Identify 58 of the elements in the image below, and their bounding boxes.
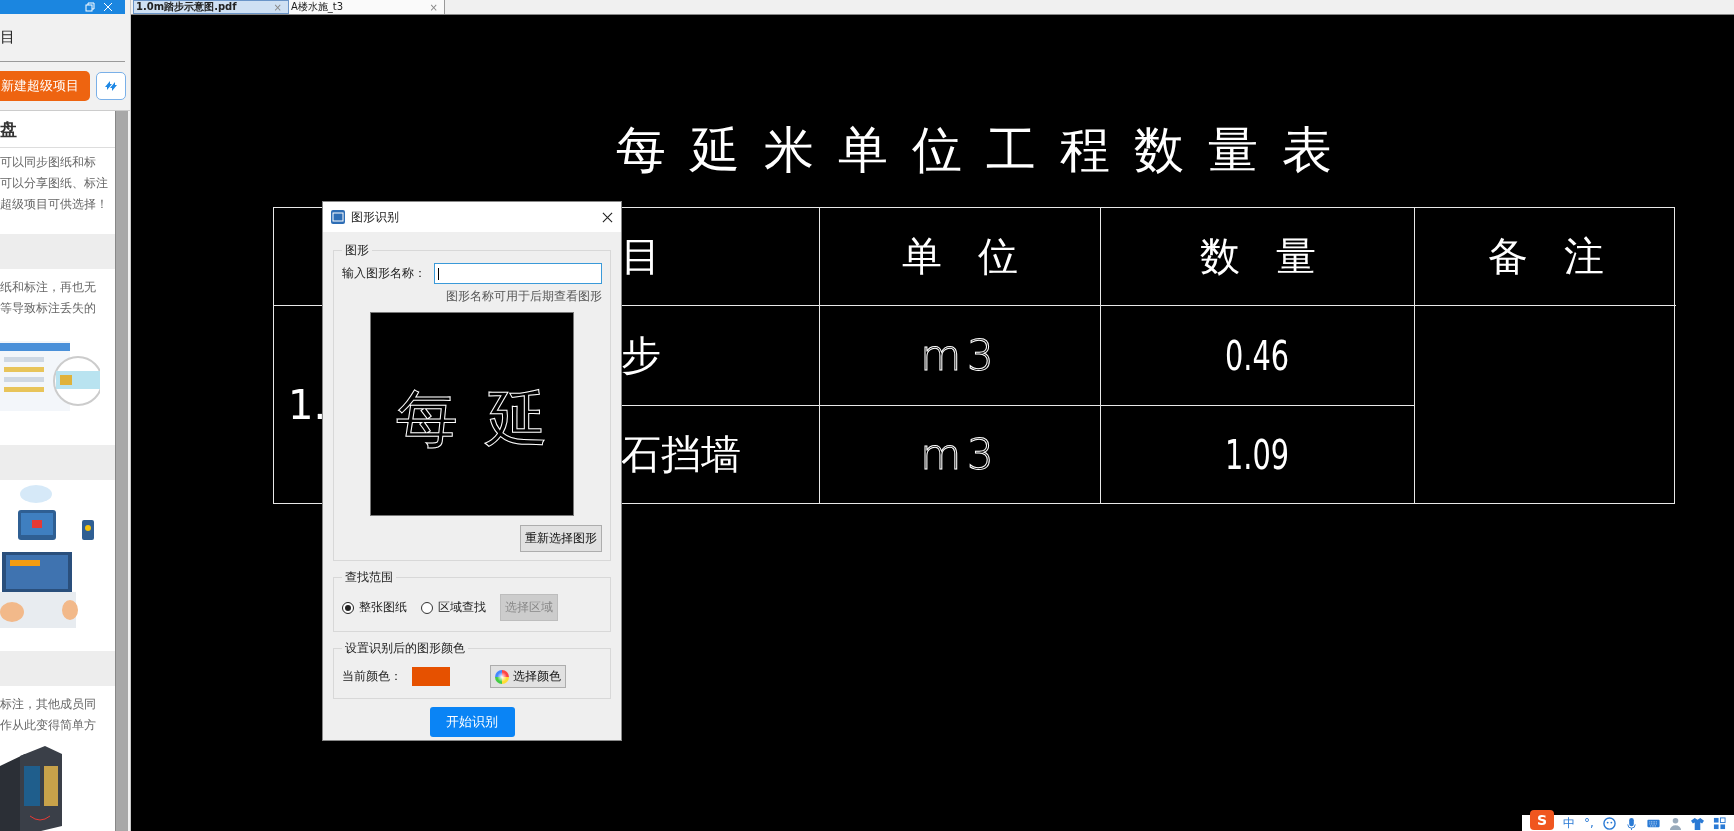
header-cell-text: 单位 (902, 232, 1054, 281)
radio-icon[interactable] (342, 601, 354, 614)
radio-option[interactable]: 整张图纸 (342, 599, 407, 616)
description-line: 作从此变得简单方 (0, 717, 97, 734)
table-cell: 1. (288, 381, 327, 428)
drawing-title: 每延米单位工程数量表 (615, 120, 1356, 181)
restore-icon[interactable] (85, 2, 95, 12)
tab-label: 1.0m踏步示意图.pdf (136, 1, 237, 13)
ime-mode[interactable]: 中 (1563, 816, 1575, 830)
start-button[interactable]: 开始识别 (429, 707, 515, 737)
radio-icon[interactable] (421, 601, 433, 614)
ime-logo[interactable]: S (1530, 810, 1554, 830)
table-cell: 1.09 (1225, 431, 1290, 478)
app-icon (331, 210, 345, 224)
dialog-title: 图形识别 (351, 208, 400, 226)
preview-glyph: 每 (396, 388, 458, 450)
field-label: 输入图形名称： (342, 265, 426, 282)
radio-option[interactable]: 区域查找 (421, 599, 486, 616)
group-legend: 查找范围 (342, 569, 396, 586)
tab-label: A楼水施_t3 (291, 0, 344, 14)
reselect-button[interactable]: 重新选择图形 (520, 525, 602, 552)
group-legend: 设置识别后的图形颜色 (342, 640, 468, 657)
grid-icon[interactable] (1712, 816, 1726, 830)
user-icon[interactable] (1668, 816, 1682, 830)
hint-text: 图形名称可用于后期查看图形 (445, 289, 602, 304)
description-line: 纸和标注，再也无 (0, 279, 97, 296)
panel-heading: 目 (0, 28, 15, 47)
pick-color-button[interactable]: 选择颜色 (490, 665, 566, 688)
description-line: 等导致标注丢失的 (0, 300, 97, 317)
new-project-button[interactable]: 新建超级项目 (0, 71, 90, 101)
refresh-button[interactable] (96, 72, 126, 100)
table-cell: 0.46 (1225, 332, 1290, 379)
table-cell: m3 (920, 430, 1000, 479)
shirt-icon[interactable] (1690, 816, 1704, 830)
scrollbar[interactable] (115, 111, 128, 831)
table-cell: m3 (920, 331, 1000, 380)
header-cell-text: 数量 (1199, 232, 1352, 281)
table-cell-text: 石挡墙 (621, 430, 741, 479)
field-label: 当前颜色： (342, 668, 402, 685)
header-cell-text: 备注 (1487, 232, 1640, 281)
document-tab[interactable]: 1.0m踏步示意图.pdf × (133, 0, 289, 14)
description-line: 可以同步图纸和标 (0, 154, 97, 171)
tab-close[interactable]: × (429, 1, 438, 13)
shape-name-field[interactable] (434, 263, 602, 284)
document-tab[interactable]: A楼水施_t3 × (289, 0, 445, 14)
preview-glyph: 延 (486, 388, 548, 450)
color-wheel-icon (495, 669, 509, 684)
group-legend: 图形 (342, 242, 372, 259)
description-line: 可以分享图纸、标注 (0, 175, 109, 192)
close-icon[interactable] (602, 211, 613, 223)
table-cell-text: 步 (621, 331, 661, 380)
microphone-icon[interactable] (1624, 816, 1638, 830)
header-cell-text: 目 (621, 232, 661, 281)
description-line: 标注，其他成员同 (0, 696, 97, 713)
smiley-icon[interactable] (1602, 816, 1616, 830)
ime-mode[interactable]: °, (1584, 816, 1594, 830)
description-line: 超级项目可供选择！ (0, 196, 109, 213)
tab-close[interactable]: × (273, 1, 282, 13)
